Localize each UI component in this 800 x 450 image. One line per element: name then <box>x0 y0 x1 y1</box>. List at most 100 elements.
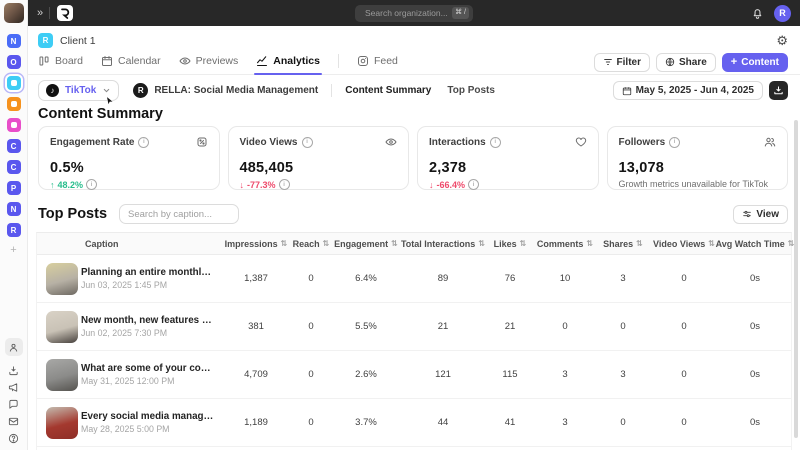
table-row[interactable]: Every social media manager before Rella.… <box>37 399 791 447</box>
share-button[interactable]: Share <box>655 52 716 72</box>
profile-button[interactable] <box>4 338 23 356</box>
tab-previews[interactable]: Previews <box>179 55 238 74</box>
column-header-total-interactions[interactable]: Total Interactions ⇅ <box>399 239 487 249</box>
workspace-item[interactable]: C <box>6 160 21 174</box>
help-button[interactable] <box>8 433 19 444</box>
inbox-button[interactable] <box>8 416 19 427</box>
table-row[interactable]: New month, new features at Rella ✨ He...… <box>37 303 791 351</box>
organization-search[interactable]: ⌘ / <box>355 4 473 22</box>
notifications-bell-icon[interactable] <box>751 7 764 20</box>
info-icon[interactable]: i <box>489 136 501 148</box>
card-label: Video Views <box>239 136 298 148</box>
info-icon[interactable]: i <box>138 136 150 148</box>
filter-icon <box>603 57 613 67</box>
info-icon[interactable]: i <box>669 136 681 148</box>
delta-value: 48.2% <box>57 179 84 190</box>
info-icon[interactable]: i <box>278 179 290 190</box>
user-avatar[interactable] <box>3 3 24 23</box>
tabs-bar: Board Calendar Previews Analytics Feed Filte… <box>28 48 800 75</box>
column-header-comments[interactable]: Comments ⇅ <box>533 239 597 249</box>
downloads-button[interactable] <box>8 365 19 376</box>
info-icon[interactable]: i <box>301 136 313 148</box>
settings-gear-icon[interactable]: ⚙ <box>776 34 788 47</box>
card-header: Followers i <box>619 136 777 148</box>
account-breadcrumb[interactable]: R RELLA: Social Media Management <box>133 83 318 98</box>
post-date: Jun 02, 2025 7:30 PM <box>81 328 168 338</box>
sort-icon: ⇅ <box>519 238 527 248</box>
workspace-item[interactable]: O <box>6 55 21 69</box>
metric-value: 1,189 <box>244 417 268 428</box>
tab-board[interactable]: Board <box>38 55 83 74</box>
tab-analytics[interactable]: Analytics <box>254 55 322 75</box>
column-header-impressions[interactable]: Impressions ⇅ <box>223 239 289 249</box>
metric-value: 0 <box>620 417 626 428</box>
announcements-button[interactable] <box>8 382 19 393</box>
chat-button[interactable] <box>8 399 19 410</box>
add-workspace-button[interactable]: + <box>10 245 16 256</box>
caption-search-input[interactable] <box>119 204 240 224</box>
table-body: Planning an entire monthly content cale.… <box>37 255 791 450</box>
tab-calendar[interactable]: Calendar <box>101 55 161 74</box>
table-row[interactable]: What are some of your controversial soci… <box>37 351 791 399</box>
card-delta: ↓ -66.4% i <box>429 179 587 190</box>
expand-sidebar-icon[interactable]: » <box>37 7 43 19</box>
card-label: Interactions <box>429 136 486 148</box>
column-label: Impressions <box>224 238 278 249</box>
column-header-likes[interactable]: Likes ⇅ <box>487 239 533 249</box>
card-value: 2,378 <box>429 160 467 176</box>
interactions-icon <box>575 136 587 148</box>
metric-value: 6.4% <box>355 273 377 284</box>
content-button-label: Content <box>741 56 779 68</box>
metric-value: 115 <box>502 369 518 380</box>
summary-card-followers: Followers i 13,078 Growth metrics unavailab… <box>606 126 788 190</box>
view-options-button[interactable]: View <box>733 204 788 224</box>
top-posts-table: Caption Impressions ⇅ Reach ⇅ Engagement ⇅ Tota… <box>36 232 795 450</box>
toolbar-actions: Filter Share + Content <box>593 52 788 72</box>
caption-cell: Planning an entire monthly content cale.… <box>81 267 223 290</box>
summary-card-engagement-rate: Engagement Rate i 0.5% ↑ 48.2% i <box>38 126 220 190</box>
nav-top-posts[interactable]: Top Posts <box>447 85 495 96</box>
delta-value: -66.4% <box>436 179 466 190</box>
workspace-item[interactable]: N <box>6 202 21 216</box>
workspace-item-selected[interactable] <box>6 76 21 90</box>
caption-cell: New month, new features at Rella ✨ He...… <box>81 315 223 338</box>
platform-select[interactable]: ♪ TikTok <box>38 80 120 101</box>
post-thumbnail[interactable] <box>46 262 78 295</box>
nav-content-summary[interactable]: Content Summary <box>345 85 431 96</box>
info-icon[interactable]: i <box>468 179 480 190</box>
export-button[interactable] <box>769 81 788 100</box>
metric-value: 0 <box>681 321 687 332</box>
post-thumbnail[interactable] <box>46 310 78 343</box>
account-name: RELLA: Social Media Management <box>154 85 319 96</box>
workspace-item[interactable]: R <box>6 223 21 237</box>
post-date: May 31, 2025 12:00 PM <box>81 376 175 386</box>
engagement-rate-icon <box>196 136 208 148</box>
vertical-scrollbar[interactable] <box>794 120 798 438</box>
column-label: Likes <box>493 238 517 249</box>
post-thumbnail[interactable] <box>46 406 78 439</box>
column-header-avg-watch-time[interactable]: Avg Watch Time ⇅ <box>716 239 795 249</box>
eye-icon <box>179 55 191 67</box>
column-header-shares[interactable]: Shares ⇅ <box>597 239 649 249</box>
filter-button[interactable]: Filter <box>593 52 650 72</box>
workspace-item[interactable]: N <box>6 34 21 48</box>
metric-value: 5.5% <box>355 321 377 332</box>
workspace-item[interactable]: C <box>6 139 21 153</box>
add-content-button[interactable]: + Content <box>721 52 788 72</box>
info-icon[interactable]: i <box>86 179 98 190</box>
date-range-button[interactable]: May 5, 2025 - Jun 4, 2025 <box>612 81 763 100</box>
sort-icon: ⇅ <box>636 238 643 248</box>
account-avatar[interactable]: R <box>774 4 791 22</box>
workspace-item[interactable] <box>6 118 21 132</box>
table-row[interactable]: Planning an entire monthly content cale.… <box>37 255 791 303</box>
search-input[interactable] <box>363 7 453 19</box>
workspace-item[interactable]: P <box>6 181 21 195</box>
post-thumbnail[interactable] <box>46 358 78 391</box>
tab-feed[interactable]: Feed <box>357 55 398 74</box>
rella-logo-icon[interactable] <box>57 5 74 21</box>
column-header-video-views[interactable]: Video Views ⇅ <box>649 239 719 249</box>
tabs: Board Calendar Previews Analytics Feed <box>38 54 398 75</box>
column-header-engagement[interactable]: Engagement ⇅ <box>333 239 399 249</box>
workspace-item[interactable] <box>6 97 21 111</box>
column-header-reach[interactable]: Reach ⇅ <box>289 239 333 249</box>
